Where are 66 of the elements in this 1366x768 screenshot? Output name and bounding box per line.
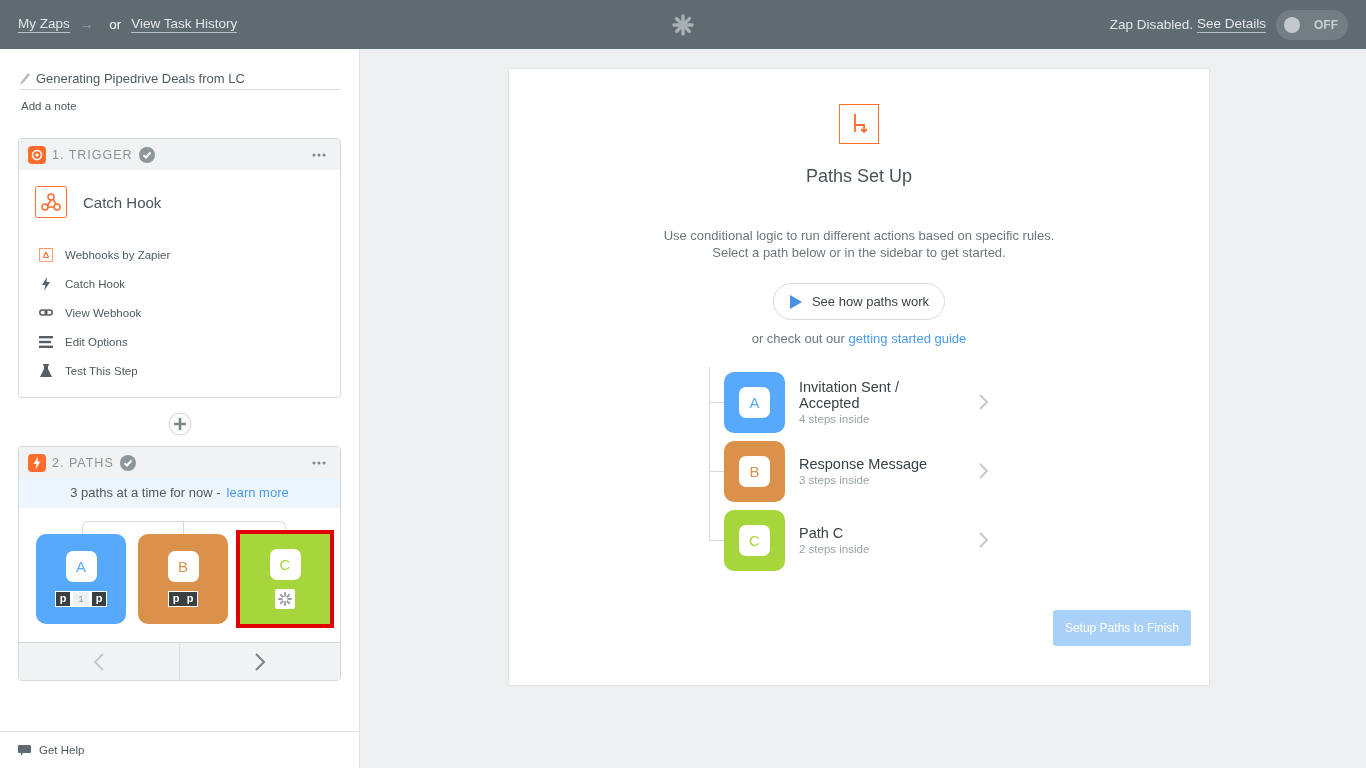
step-count: 1 bbox=[73, 592, 89, 606]
add-note-link[interactable]: Add a note bbox=[21, 100, 77, 112]
chat-icon bbox=[18, 744, 31, 756]
chevron-left-icon bbox=[93, 652, 105, 671]
my-zaps-link[interactable]: My Zaps bbox=[18, 16, 70, 33]
see-details-link[interactable]: See Details bbox=[1196, 16, 1266, 33]
asterisk-logo-icon[interactable] bbox=[672, 13, 694, 36]
task-history-link[interactable]: View Task History bbox=[131, 16, 238, 33]
step-app-title: Catch Hook bbox=[83, 193, 162, 211]
path-letter: A bbox=[739, 386, 770, 418]
see-how-paths-work-button[interactable]: See how paths work bbox=[772, 283, 946, 320]
path-steps: 4 steps inside bbox=[799, 413, 959, 425]
path-letter: B bbox=[739, 455, 770, 487]
add-step-icon[interactable] bbox=[167, 412, 192, 436]
path-row[interactable]: C Path C 2 steps inside bbox=[709, 510, 989, 570]
path-name: Response Message bbox=[799, 456, 929, 472]
step-title: 2. PATHS bbox=[52, 455, 114, 470]
or-text: or bbox=[109, 17, 122, 32]
flask-icon bbox=[39, 363, 53, 378]
step-menu-item[interactable]: Catch Hook bbox=[39, 269, 340, 298]
menu-icon bbox=[39, 334, 53, 349]
paths-limit-text: 3 paths at a time for now - bbox=[70, 485, 221, 500]
app-badge: p bbox=[183, 592, 197, 606]
get-help-link[interactable]: Get Help bbox=[0, 731, 359, 768]
zap-name-field[interactable]: Generating Pipedrive Deals from LC bbox=[20, 71, 340, 90]
path-tile[interactable]: A p 1 p bbox=[36, 534, 126, 624]
more-icon[interactable] bbox=[312, 152, 326, 157]
path-steps: 3 steps inside bbox=[799, 474, 959, 486]
step-menu-item[interactable]: Edit Options bbox=[39, 327, 340, 356]
path-name: Invitation Sent / Accepted bbox=[799, 379, 900, 411]
more-icon[interactable] bbox=[312, 460, 326, 465]
path-letter: B bbox=[167, 551, 199, 582]
play-icon bbox=[789, 294, 802, 309]
chevron-right-icon bbox=[979, 532, 989, 548]
path-letter: A bbox=[65, 551, 97, 582]
branch-icon bbox=[839, 104, 879, 144]
chevron-right-icon bbox=[979, 394, 989, 410]
chevron-right-icon bbox=[979, 463, 989, 479]
path-steps: 2 steps inside bbox=[799, 543, 959, 555]
path-letter: C bbox=[269, 549, 301, 580]
app-badge: p bbox=[92, 592, 106, 606]
gear-icon bbox=[275, 589, 295, 609]
app-badge: p bbox=[56, 592, 70, 606]
paths-title: Paths Set Up bbox=[805, 166, 913, 187]
path-tile[interactable]: B p p bbox=[138, 534, 228, 624]
app-badge: p bbox=[169, 592, 183, 606]
zap-status-text: Zap Disabled. bbox=[1109, 17, 1193, 32]
path-row[interactable]: A Invitation Sent / Accepted 4 steps inside bbox=[709, 372, 989, 432]
step-menu-item[interactable]: Test This Step bbox=[39, 356, 340, 385]
webhook-icon bbox=[39, 247, 53, 262]
step-menu-item[interactable]: Webhooks by Zapier bbox=[39, 240, 340, 269]
pencil-icon bbox=[20, 72, 30, 85]
path-letter: C bbox=[739, 524, 770, 556]
description-text: Use conditional logic to run different actions based on specific rules. bbox=[663, 227, 1055, 244]
paths-app-icon bbox=[28, 453, 46, 472]
path-row[interactable]: B Response Message 3 steps inside bbox=[709, 441, 989, 501]
chevron-right-icon bbox=[254, 652, 266, 671]
bolt-icon bbox=[39, 276, 53, 291]
path-name: Path C bbox=[799, 525, 845, 541]
guide-prefix-text: or check out our bbox=[751, 331, 845, 346]
trigger-app-icon bbox=[28, 145, 46, 164]
arrow-text: → bbox=[79, 17, 94, 32]
step-menu-item[interactable]: View Webhook bbox=[39, 298, 340, 327]
step-title: 1. TRIGGER bbox=[52, 147, 133, 162]
description-text: Select a path below or in the sidebar to get started. bbox=[712, 244, 1006, 261]
webhook-icon bbox=[35, 186, 67, 218]
